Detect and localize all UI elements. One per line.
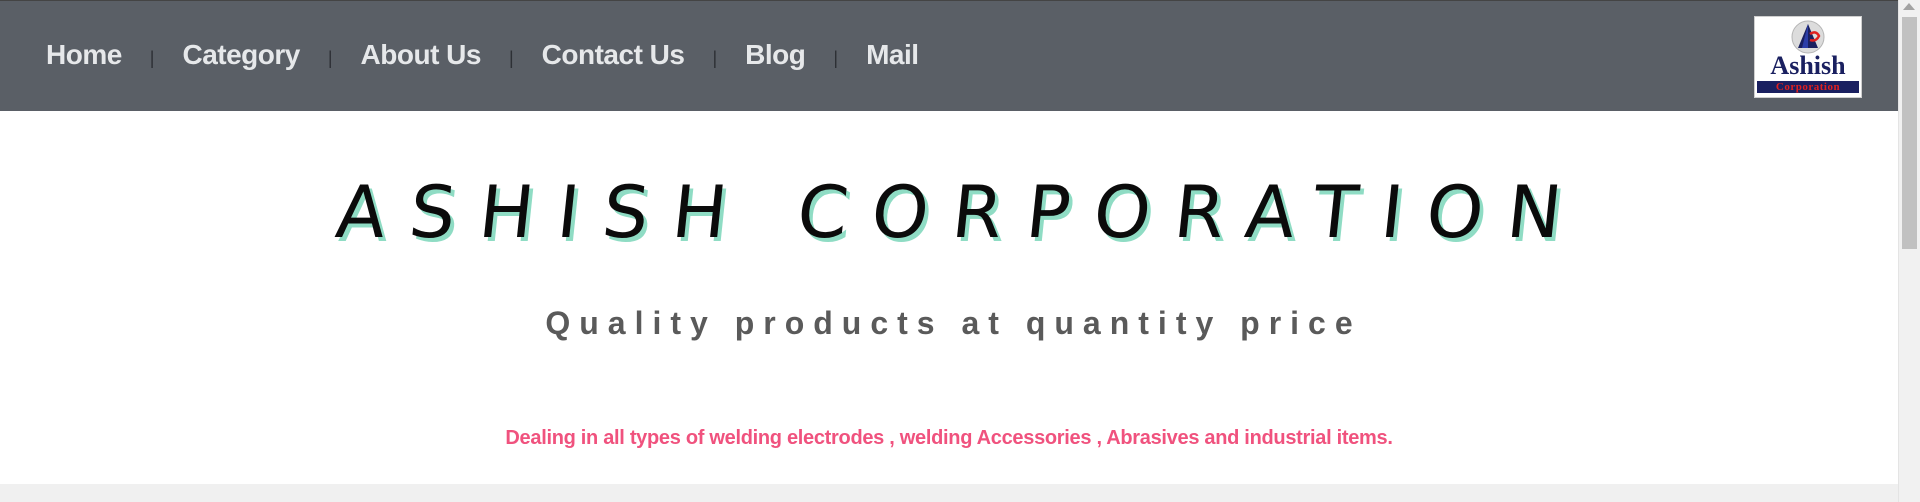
- logo-wordmark: Ashish: [1770, 51, 1846, 80]
- hero-description: Dealing in all types of welding electrod…: [505, 427, 1393, 449]
- hero-title: ASHISH CORPORATION: [332, 170, 1590, 254]
- nav-separator: |: [149, 47, 155, 68]
- section-divider: [0, 484, 1898, 502]
- top-navbar: Home | Category | About Us | Contact Us …: [0, 0, 1898, 111]
- logo-emblem-icon: [1791, 20, 1825, 54]
- hero-tagline: Quality products at quantity price: [545, 305, 1362, 341]
- logo-subtitle: Corporation: [1757, 81, 1859, 93]
- nav-separator: |: [712, 47, 718, 68]
- nav-blog-link[interactable]: Blog: [745, 39, 806, 71]
- nav-category-link[interactable]: Category: [182, 39, 300, 71]
- vertical-scrollbar[interactable]: [1898, 0, 1920, 502]
- nav-contact-us-link[interactable]: Contact Us: [542, 39, 685, 71]
- scroll-up-arrow-icon[interactable]: [1903, 3, 1915, 10]
- nav-separator: |: [833, 47, 839, 68]
- nav-separator: |: [327, 47, 333, 68]
- scrollbar-thumb[interactable]: [1902, 17, 1917, 249]
- nav-about-us-link[interactable]: About Us: [361, 39, 482, 71]
- page: Home | Category | About Us | Contact Us …: [0, 0, 1898, 502]
- nav-home-link[interactable]: Home: [46, 39, 122, 71]
- nav-mail-link[interactable]: Mail: [866, 39, 919, 71]
- nav-separator: |: [508, 47, 514, 68]
- company-logo[interactable]: Ashish Corporation: [1754, 16, 1862, 98]
- main-nav: Home | Category | About Us | Contact Us …: [46, 39, 919, 71]
